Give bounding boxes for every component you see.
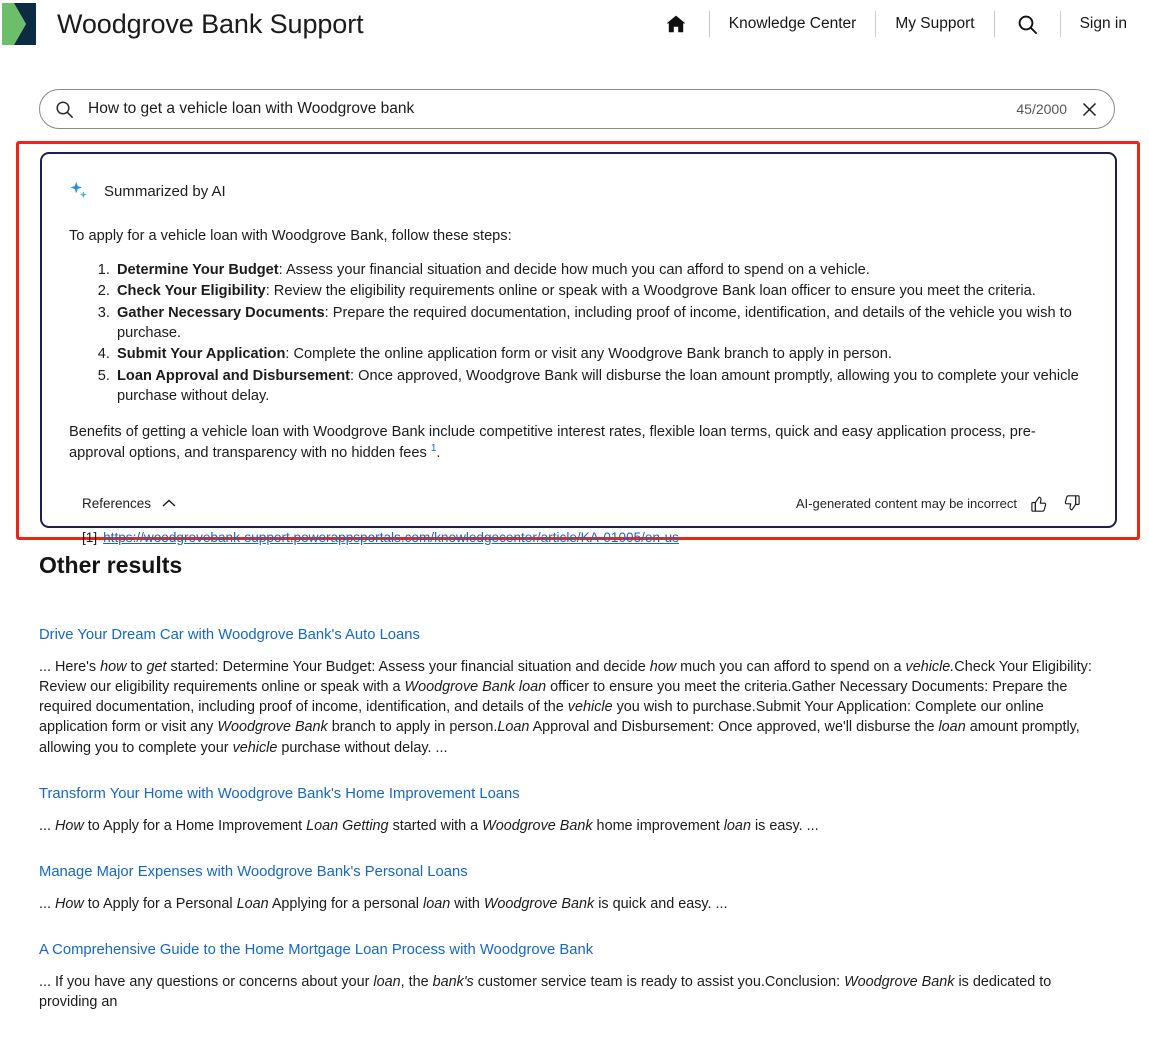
nav-my-support[interactable]: My Support (876, 11, 993, 37)
step-text: : Assess your financial situation and de… (279, 262, 870, 278)
result-snippet: ... How to Apply for a Personal Loan App… (39, 894, 1101, 914)
result-snippet: ... How to Apply for a Home Improvement … (39, 816, 1101, 836)
primary-nav: Knowledge Center My Support Sign in (643, 0, 1127, 48)
list-item: Submit Your Application: Complete the on… (114, 344, 1081, 364)
sparkle-icon (69, 181, 89, 201)
ai-summary-header: Summarized by AI (42, 154, 1115, 201)
search-result: Transform Your Home with Woodgrove Bank'… (39, 785, 1101, 836)
step-text: : Review the eligibility requirements on… (266, 283, 1036, 299)
close-icon[interactable] (1081, 101, 1098, 118)
ai-feedback-group: AI-generated content may be incorrect (796, 494, 1081, 513)
list-item: Gather Necessary Documents: Prepare the … (114, 303, 1081, 344)
site-header: Woodgrove Bank Support Knowledge Center … (0, 0, 1149, 48)
step-title: Determine Your Budget (117, 262, 279, 278)
brand: Woodgrove Bank Support (0, 3, 364, 45)
nav-sign-in[interactable]: Sign in (1061, 11, 1127, 37)
step-title: Gather Necessary Documents (117, 305, 325, 321)
step-title: Loan Approval and Disbursement (117, 368, 350, 384)
nav-knowledge-center[interactable]: Knowledge Center (710, 11, 876, 37)
ai-summary-body: To apply for a vehicle loan with Woodgro… (42, 227, 1115, 463)
reference-number: [1] (82, 530, 97, 545)
other-results-list: Drive Your Dream Car with Woodgrove Bank… (39, 626, 1101, 1039)
result-title-link[interactable]: A Comprehensive Guide to the Home Mortga… (39, 942, 593, 958)
nav-search-icon[interactable] (995, 14, 1060, 35)
result-title-link[interactable]: Manage Major Expenses with Woodgrove Ban… (39, 864, 468, 880)
search-result: A Comprehensive Guide to the Home Mortga… (39, 941, 1101, 1012)
result-title-link[interactable]: Transform Your Home with Woodgrove Bank'… (39, 786, 520, 802)
woodgrove-logo-icon (2, 3, 36, 45)
result-snippet: ... If you have any questions or concern… (39, 972, 1101, 1012)
benefits-text: Benefits of getting a vehicle loan with … (69, 424, 1036, 461)
other-results-heading: Other results (39, 552, 182, 579)
search-result: Drive Your Dream Car with Woodgrove Bank… (39, 626, 1101, 758)
search-input[interactable]: How to get a vehicle loan with Woodgrove… (88, 100, 1016, 118)
thumbs-down-icon[interactable] (1062, 494, 1081, 513)
page-title: Woodgrove Bank Support (57, 9, 364, 40)
thumbs-up-icon[interactable] (1030, 494, 1049, 513)
step-title: Submit Your Application (117, 346, 285, 362)
ai-summary-steps: Determine Your Budget: Assess your finan… (69, 260, 1081, 407)
search-char-counter: 45/2000 (1016, 101, 1067, 117)
benefits-period: . (436, 445, 440, 461)
ai-summary-intro: To apply for a vehicle loan with Woodgro… (69, 227, 1081, 247)
search-result: Manage Major Expenses with Woodgrove Ban… (39, 863, 1101, 914)
list-item: Check Your Eligibility: Review the eligi… (114, 281, 1081, 301)
step-text: : Complete the online application form o… (285, 346, 892, 362)
list-item: Determine Your Budget: Assess your finan… (114, 260, 1081, 280)
list-item: Loan Approval and Disbursement: Once app… (114, 366, 1081, 407)
result-snippet: ... Here's how to get started: Determine… (39, 657, 1101, 758)
ai-summary-card: Summarized by AI To apply for a vehicle … (40, 152, 1117, 528)
result-title-link[interactable]: Drive Your Dream Car with Woodgrove Bank… (39, 627, 420, 643)
search-bar: How to get a vehicle loan with Woodgrove… (39, 89, 1115, 129)
reference-item: [1] https://woodgrovebank-support.powera… (42, 530, 1115, 545)
ai-disclaimer-text: AI-generated content may be incorrect (796, 496, 1017, 511)
search-input-icon (55, 100, 74, 119)
reference-link[interactable]: https://woodgrovebank-support.powerappsp… (103, 530, 679, 545)
references-toggle-row: References AI-generated content may be i… (42, 494, 1115, 513)
search-field-container[interactable]: How to get a vehicle loan with Woodgrove… (39, 89, 1115, 129)
step-title: Check Your Eligibility (117, 283, 266, 299)
ai-summary-badge-label: Summarized by AI (104, 183, 226, 200)
ai-summary-benefits: Benefits of getting a vehicle loan with … (69, 422, 1069, 464)
nav-home-icon[interactable] (643, 14, 709, 34)
chevron-up-icon[interactable] (161, 498, 177, 509)
references-label[interactable]: References (82, 496, 151, 511)
